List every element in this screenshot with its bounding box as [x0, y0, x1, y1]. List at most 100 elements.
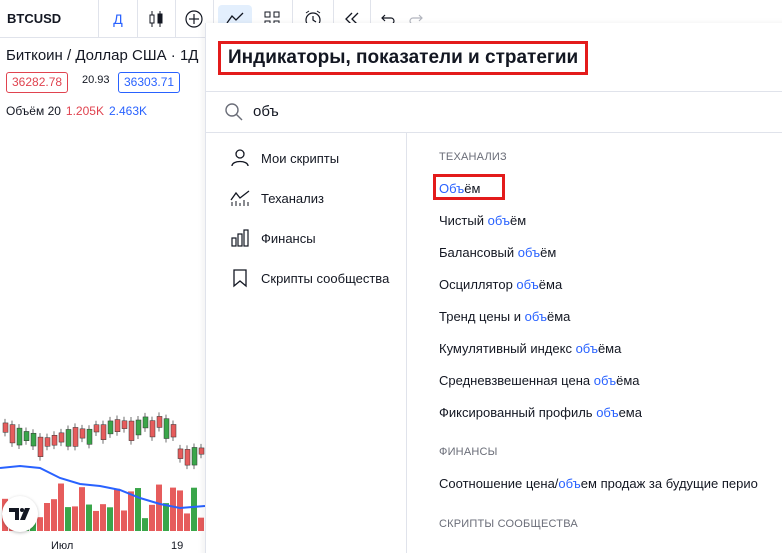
result-text: ема [618, 405, 642, 420]
x-axis-label-19: 19 [171, 540, 184, 552]
result-text: ем продаж за будущие перио [580, 476, 758, 491]
volume-bar [142, 518, 148, 531]
search-icon [225, 103, 243, 121]
tradingview-logo-icon [9, 508, 30, 520]
candle-body [9, 424, 16, 444]
result-text: ёма [546, 309, 571, 324]
dialog-title-highlight: Индикаторы, показатели и стратегии [218, 41, 589, 75]
candle-body [170, 424, 177, 438]
toolbar-divider [137, 0, 138, 38]
candle-body [44, 437, 51, 447]
result-text: Фиксированный профиль [439, 405, 597, 420]
volume-bar [114, 488, 120, 531]
nav-item-label: Скрипты сообщества [261, 270, 390, 286]
volume-bar [191, 487, 197, 531]
candle-body [58, 432, 65, 443]
result-text: ём [540, 245, 557, 260]
nav-item-label: Финансы [261, 230, 316, 246]
candle-body [23, 431, 30, 441]
price-chart[interactable] [0, 400, 212, 553]
candle-body [37, 436, 44, 457]
result-item-price-volume-trend[interactable]: Тренд цены и объёма [439, 309, 570, 324]
x-axis-label-jul: Июл [51, 540, 74, 552]
search-input[interactable] [253, 99, 553, 123]
symbol-title: Биткоин / Доллар США · 1Д [6, 47, 199, 64]
candle-body [191, 447, 198, 466]
nav-item-community-scripts[interactable]: Скрипты сообщества [206, 261, 406, 295]
candle-body [107, 420, 114, 435]
section-header-community: СКРИПТЫ СООБЩЕСТВА [439, 518, 578, 530]
chart-type-button[interactable] [142, 5, 170, 33]
volume-bar [51, 499, 57, 531]
divider [406, 133, 407, 553]
toolbar-divider [98, 0, 99, 38]
result-text: Чистый [439, 213, 488, 228]
chart-canvas[interactable]: Июл 19 [0, 400, 212, 553]
candle-body [65, 429, 72, 447]
volume-bar [170, 487, 176, 531]
search-row [206, 91, 782, 132]
volume-bar [100, 504, 106, 531]
volume-bar [72, 506, 78, 531]
result-text: ём [464, 181, 481, 196]
candle-body [121, 420, 128, 429]
volume-bar [128, 491, 134, 531]
volume-bar [177, 490, 183, 531]
result-text: Осциллятор [439, 277, 517, 292]
candle-body [128, 420, 135, 441]
candle-body [163, 418, 170, 439]
result-item-cumulative-volume-index[interactable]: Кумулятивный индекс объёма [439, 341, 621, 356]
toolbar-divider [175, 0, 176, 38]
interval-button[interactable]: Д [104, 5, 132, 33]
candle-body [30, 432, 37, 447]
compare-button[interactable] [180, 5, 208, 33]
nav-item-technicals[interactable]: Теханализ [206, 181, 406, 215]
result-match: Объ [439, 181, 465, 196]
bookmark-icon [233, 269, 247, 288]
candle-body [93, 424, 100, 433]
candle-body [86, 428, 93, 445]
result-item-volume-oscillator[interactable]: Осциллятор объёма [439, 277, 562, 292]
candle-body [184, 449, 191, 466]
sell-button[interactable]: 36282.78 [6, 72, 69, 93]
divider [206, 132, 782, 133]
result-item-net-volume[interactable]: Чистый объём [439, 213, 526, 228]
volume-bar [135, 488, 141, 531]
add-circle-icon [185, 10, 203, 28]
tradingview-logo[interactable] [2, 496, 38, 532]
symbol-search-button[interactable]: BTCUSD [7, 11, 61, 26]
volume-value-2: 2.463K [108, 104, 148, 118]
result-text: Соотношение цена/ [439, 476, 559, 491]
nav-item-financials[interactable]: Финансы [206, 221, 406, 255]
result-match: объ [575, 341, 598, 356]
result-text: Кумулятивный индекс [439, 341, 576, 356]
result-item-vwap[interactable]: Средневзвешенная цена объёма [439, 373, 640, 388]
result-item-on-balance-volume[interactable]: Балансовый объём [439, 245, 556, 260]
result-text: Средневзвешенная цена [439, 373, 594, 388]
result-text: Тренд цены и [439, 309, 525, 324]
candle-body [72, 427, 79, 447]
volume-bar [149, 504, 155, 531]
volume-bar [121, 510, 127, 531]
result-text: ёма [616, 373, 640, 388]
indicators-dialog: Индикаторы, показатели и стратегии Мои с… [205, 23, 782, 553]
volume-bar [58, 483, 64, 531]
user-icon [231, 149, 249, 167]
volume-bar [93, 510, 99, 531]
result-match: объ [487, 213, 510, 228]
volume-bar [184, 513, 190, 531]
nav-item-label: Теханализ [261, 190, 324, 206]
candles-icon [149, 11, 163, 27]
volume-bar [198, 517, 204, 531]
result-item-price-to-sales-forward[interactable]: Соотношение цена/объем продаж за будущие… [439, 476, 758, 491]
volume-bar [79, 487, 85, 531]
volume-bar [65, 507, 71, 531]
result-match: объ [596, 405, 619, 420]
result-item-fixed-range-volume-profile[interactable]: Фиксированный профиль объема [439, 405, 642, 420]
volume-bar [86, 504, 92, 531]
nav-item-my-scripts[interactable]: Мои скрипты [206, 141, 406, 175]
candle-body [142, 416, 149, 429]
section-header-technicals: ТЕХАНАЛИЗ [439, 151, 507, 163]
buy-button[interactable]: 36303.71 [118, 72, 181, 93]
result-item-volume[interactable]: Объём [439, 181, 480, 196]
